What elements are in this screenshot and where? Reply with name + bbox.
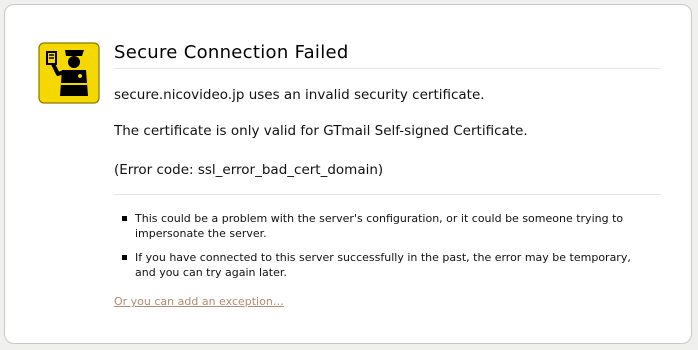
error-code: (Error code: ssl_error_bad_cert_domain)	[114, 162, 384, 178]
error-message-certificate-invalid: secure.nicovideo.jp uses an invalid secu…	[114, 87, 485, 103]
error-message-certificate-scope: The certificate is only valid for GTmail…	[114, 123, 528, 139]
list-item: This could be a problem with the server'…	[122, 211, 642, 241]
officer-badge-icon	[38, 42, 100, 104]
bullet-icon	[122, 255, 127, 260]
advice-list: This could be a problem with the server'…	[122, 211, 642, 289]
title-divider	[114, 68, 661, 69]
error-title: Secure Connection Failed	[114, 42, 349, 63]
section-divider	[114, 194, 661, 195]
bullet-icon	[122, 216, 127, 221]
advice-text: If you have connected to this server suc…	[135, 251, 631, 279]
advice-text: This could be a problem with the server'…	[135, 212, 624, 240]
error-page-container: Secure Connection Failed secure.nicovide…	[4, 4, 692, 344]
list-item: If you have connected to this server suc…	[122, 250, 642, 280]
add-exception-link[interactable]: Or you can add an exception…	[114, 295, 284, 308]
